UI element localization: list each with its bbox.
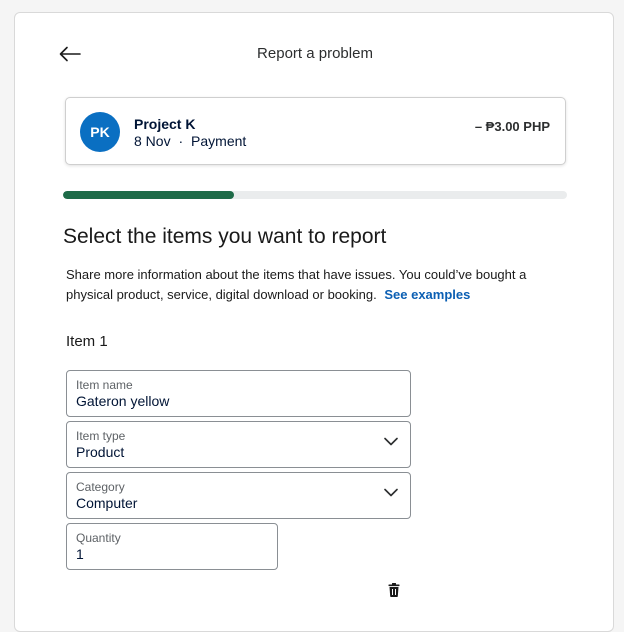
chevron-down-icon bbox=[384, 488, 398, 497]
quantity-label: Quantity bbox=[76, 531, 121, 545]
section-description: Share more information about the items t… bbox=[66, 265, 576, 305]
transaction-date: 8 Nov bbox=[134, 133, 171, 149]
item-label: Item 1 bbox=[66, 333, 108, 350]
category-select[interactable]: Category Computer bbox=[66, 472, 411, 519]
avatar: PK bbox=[80, 112, 120, 152]
trash-icon bbox=[388, 583, 400, 597]
item-type-select[interactable]: Item type Product bbox=[66, 421, 411, 468]
item-type-label: Item type bbox=[76, 429, 126, 443]
category-label: Category bbox=[76, 480, 125, 494]
item-name-field[interactable]: Item name Gateron yellow bbox=[66, 370, 411, 417]
transaction-meta: 8 Nov · Payment bbox=[134, 133, 246, 149]
merchant-name: Project K bbox=[134, 116, 196, 132]
category-value: Computer bbox=[76, 495, 138, 511]
item-name-label: Item name bbox=[76, 378, 133, 392]
transaction-card: PK Project K 8 Nov · Payment – ₱3.00 PHP bbox=[65, 97, 566, 165]
item-type-value: Product bbox=[76, 444, 125, 460]
progress-bar bbox=[63, 191, 567, 199]
item-name-value: Gateron yellow bbox=[76, 393, 170, 409]
report-panel: Report a problem PK Project K 8 Nov · Pa… bbox=[14, 12, 614, 632]
page-title: Report a problem bbox=[257, 45, 373, 62]
meta-separator: · bbox=[178, 133, 184, 149]
see-examples-link[interactable]: See examples bbox=[384, 287, 470, 302]
quantity-value: 1 bbox=[76, 546, 84, 562]
section-heading: Select the items you want to report bbox=[63, 225, 387, 248]
chevron-down-icon bbox=[384, 437, 398, 446]
transaction-amount: – ₱3.00 PHP bbox=[474, 119, 550, 134]
progress-fill bbox=[63, 191, 235, 199]
transaction-type: Payment bbox=[191, 133, 247, 149]
delete-item-button[interactable] bbox=[388, 583, 400, 602]
quantity-field[interactable]: Quantity 1 bbox=[66, 523, 278, 570]
